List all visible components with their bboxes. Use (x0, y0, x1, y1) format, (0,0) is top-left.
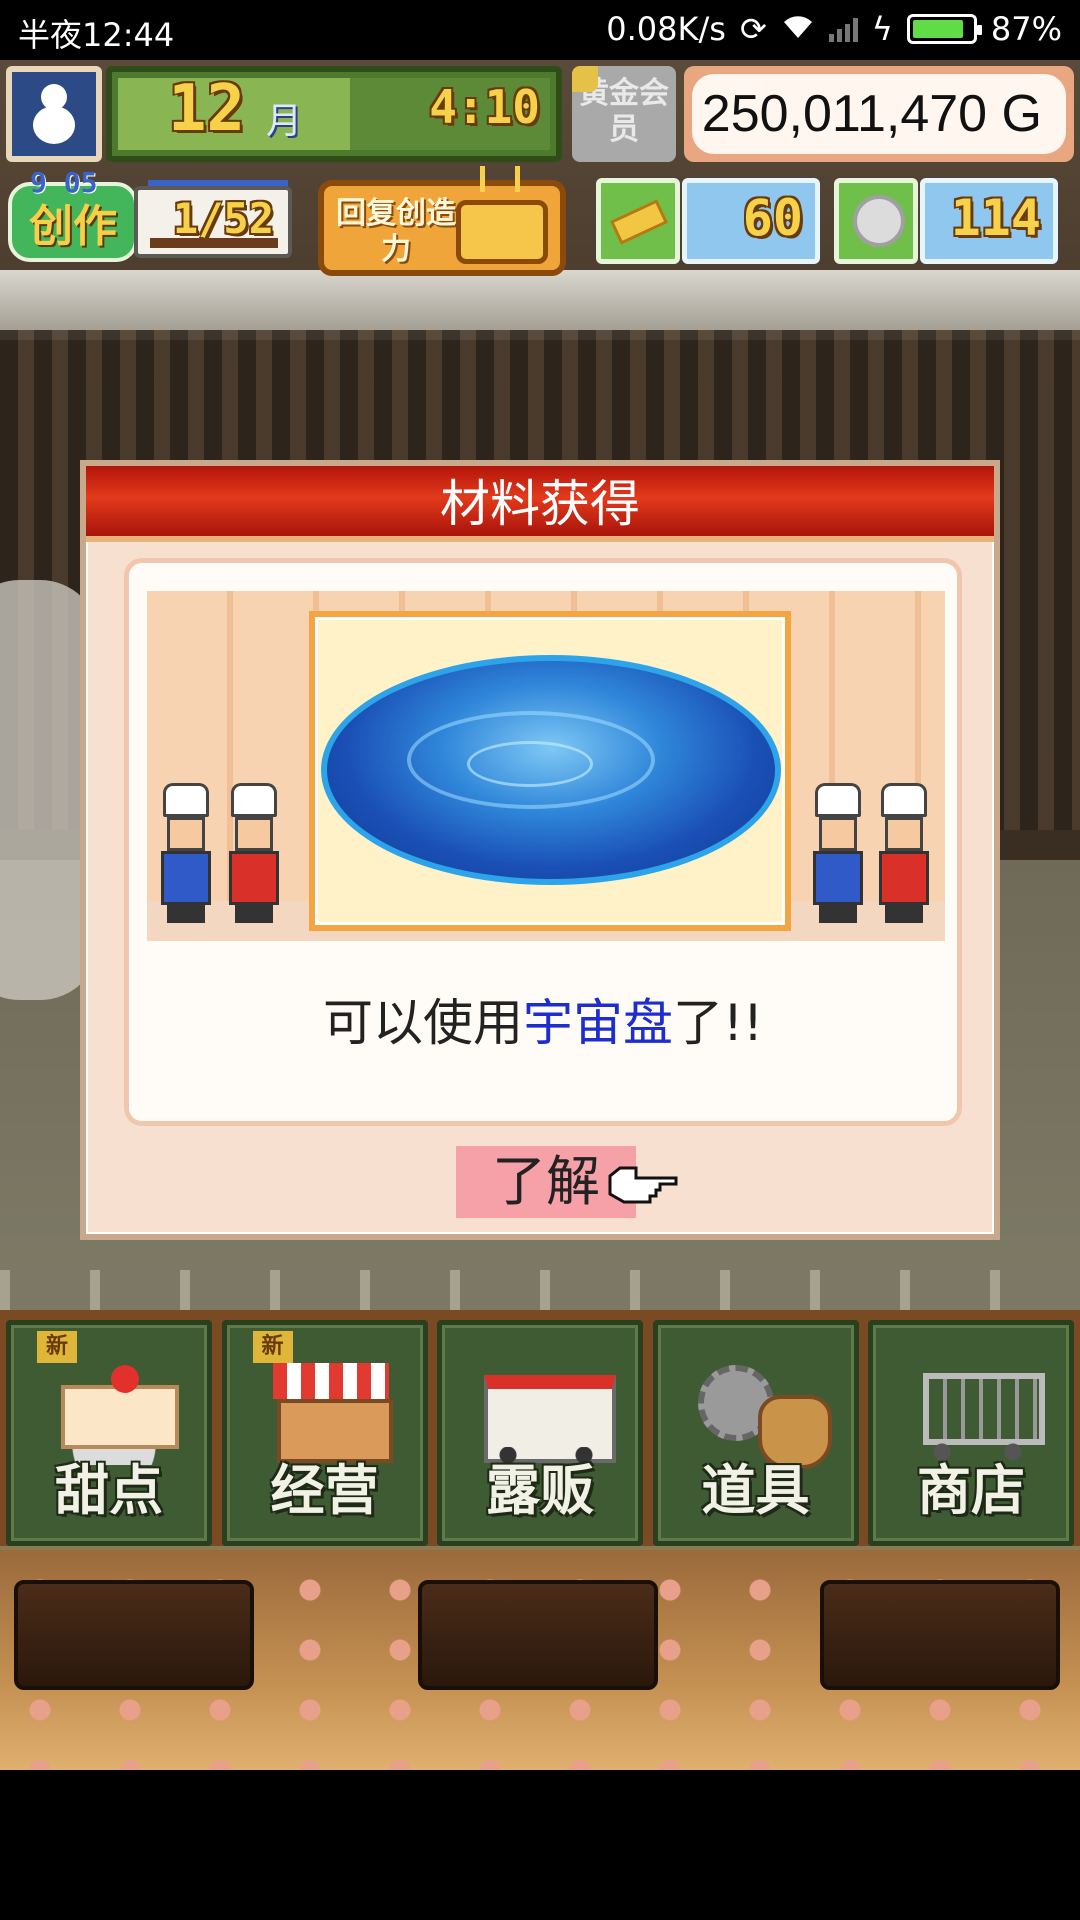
pointing-hand-icon (608, 1166, 678, 1204)
ticket-icon-box[interactable] (596, 178, 680, 264)
date-panel: 12 月 4:10 (106, 66, 562, 162)
coin-counter: 114 (920, 178, 1058, 264)
month-unit: 月 (266, 101, 303, 142)
game-clock: 4:10 (429, 80, 540, 134)
material-acquired-dialog: 材料获得 可以使用宇宙盘了!! 了解 (80, 460, 1000, 1240)
main-menu: 新 甜点 新 经营 露贩 道具 商店 (0, 1310, 1080, 1546)
menu-dessert-button[interactable]: 新 甜点 (6, 1320, 212, 1546)
sync-icon: ⟳ (739, 10, 767, 48)
status-time: 半夜12:44 (18, 16, 175, 54)
status-bar: 半夜12:44 0.08K/s ⟳ ϟ 87% (0, 0, 1080, 60)
item-frame (309, 611, 791, 931)
cosmic-plate-icon (321, 655, 781, 885)
menu-shop-button[interactable]: 商店 (868, 1320, 1074, 1546)
ticket-value: 60 (742, 189, 803, 247)
menu-items-button[interactable]: 道具 (652, 1320, 859, 1546)
create-progress-bar (150, 238, 278, 248)
menu-management-button[interactable]: 新 经营 (221, 1320, 428, 1546)
wifi-icon (781, 10, 815, 48)
month-number: 12 (168, 72, 246, 146)
create-level: 9 05 (30, 166, 98, 199)
create-panel[interactable]: 创作 9 05 1/52 (8, 166, 294, 268)
dialog-message: 可以使用宇宙盘了!! (322, 994, 764, 1052)
chef-figure (873, 783, 935, 923)
slot-1[interactable] (14, 1580, 254, 1690)
kitchen-illustration (147, 591, 945, 941)
slot-3[interactable] (820, 1580, 1060, 1690)
restore-creativity-button[interactable]: 回复创造力 (318, 166, 566, 276)
coin-icon (853, 195, 905, 247)
create-count: 1/52 (172, 194, 274, 243)
money-amount: 250,011,470 G (692, 74, 1066, 154)
money-display: 250,011,470 G (684, 66, 1074, 162)
battery-percent: 87% (990, 10, 1062, 48)
ticket-counter: 60 (682, 178, 820, 264)
player-avatar[interactable] (6, 66, 102, 162)
net-speed: 0.08K/s (606, 10, 726, 48)
chef-figure (155, 783, 217, 923)
signal-icon (828, 16, 858, 42)
item-name: 宇宙盘 (522, 994, 673, 1052)
gold-member-badge[interactable]: 黄金会员 (572, 66, 676, 162)
ticket-icon (609, 199, 669, 245)
chef-figure (807, 783, 869, 923)
dialog-title: 材料获得 (86, 466, 994, 542)
menu-stall-button[interactable]: 露贩 (437, 1320, 643, 1546)
item-slots (0, 1550, 1080, 1770)
battery-icon (906, 14, 982, 44)
snowman-icon (29, 84, 79, 144)
restore-label: 回复创造力 (336, 196, 456, 267)
charging-icon: ϟ (871, 10, 893, 48)
tv-icon (456, 200, 548, 264)
coin-icon-box[interactable] (834, 178, 918, 264)
chef-figure (223, 783, 285, 923)
slot-2[interactable] (418, 1580, 658, 1690)
coin-value: 114 (950, 189, 1041, 247)
dialog-content: 可以使用宇宙盘了!! (124, 558, 962, 1126)
